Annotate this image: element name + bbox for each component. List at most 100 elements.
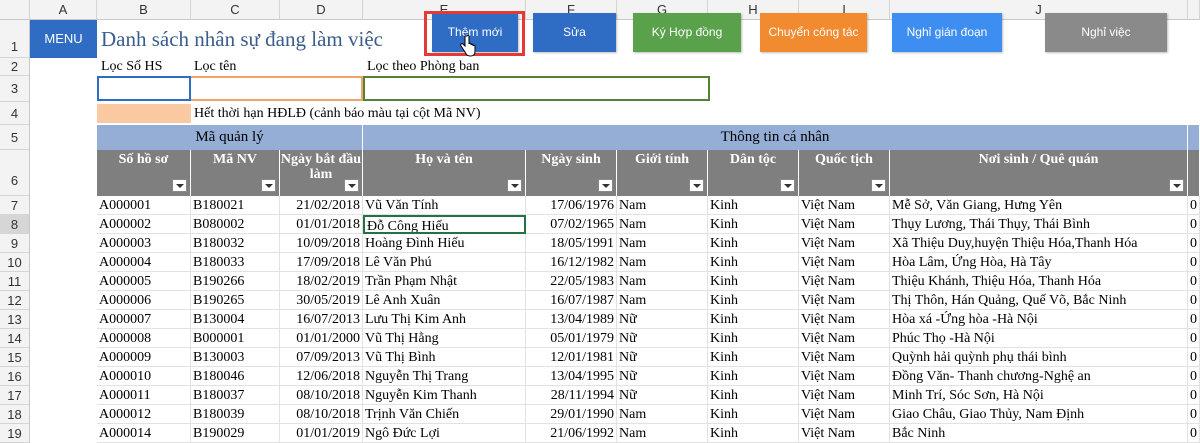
table-cell[interactable]: Trịnh Văn Chiến (363, 405, 526, 424)
table-cell[interactable]: 29/01/1990 (526, 405, 617, 424)
filter-ten-input[interactable] (191, 76, 363, 101)
table-cell[interactable]: B180046 (191, 367, 280, 386)
table-cell[interactable]: 13/04/1989 (526, 310, 617, 329)
table-cell[interactable]: Vũ Thị Bình (363, 348, 526, 367)
menu-button[interactable]: MENU (30, 20, 97, 58)
filter-dropdown-noi-sinh[interactable] (1169, 179, 1184, 192)
table-cell-partial[interactable]: 0 (1188, 348, 1200, 367)
table-cell[interactable]: Kinh (708, 386, 799, 405)
table-cell[interactable]: Nam (617, 215, 708, 234)
active-cell[interactable]: Đỗ Công Hiếu (363, 215, 526, 234)
table-cell[interactable]: Thụy Lương, Thái Thụy, Thái Bình (890, 215, 1188, 234)
table-cell[interactable]: Kinh (708, 272, 799, 291)
table-cell[interactable]: Nữ (617, 348, 708, 367)
row-header-5[interactable]: 5 (0, 125, 30, 150)
table-cell[interactable]: 16/12/1982 (526, 253, 617, 272)
table-cell-partial[interactable]: 0 (1188, 215, 1200, 234)
table-cell[interactable]: Kinh (708, 405, 799, 424)
table-cell[interactable]: Mễ Sở, Văn Giang, Hưng Yên (890, 196, 1188, 215)
row-header-16[interactable]: 16 (0, 367, 30, 386)
table-cell[interactable]: A000010 (97, 367, 191, 386)
table-cell[interactable]: Kinh (708, 215, 799, 234)
table-cell[interactable]: 08/10/2018 (280, 386, 363, 405)
table-cell[interactable]: B180033 (191, 253, 280, 272)
transfer-button[interactable]: Chuyển công tác (760, 13, 867, 52)
table-cell[interactable]: Kinh (708, 310, 799, 329)
table-cell[interactable]: Nam (617, 291, 708, 310)
table-cell[interactable]: Việt Nam (799, 367, 890, 386)
table-cell[interactable]: Việt Nam (799, 215, 890, 234)
table-cell[interactable]: Đồng Văn- Thanh chương-Nghệ an (890, 367, 1188, 386)
table-cell[interactable]: B130003 (191, 348, 280, 367)
resign-button[interactable]: Nghỉ việc (1045, 13, 1167, 52)
table-cell[interactable]: Kinh (708, 329, 799, 348)
table-cell[interactable]: Kinh (708, 234, 799, 253)
column-header-b[interactable]: B (97, 0, 191, 20)
table-cell[interactable]: Việt Nam (799, 272, 890, 291)
table-cell[interactable]: Hòa Lâm, Ứng Hòa, Hà Tây (890, 253, 1188, 272)
filter-phong-ban-input[interactable] (363, 76, 710, 101)
table-cell-partial[interactable]: 0 (1188, 291, 1200, 310)
row-header-18[interactable]: 18 (0, 405, 30, 424)
table-cell[interactable]: B180039 (191, 405, 280, 424)
table-cell[interactable]: Lê Văn Phú (363, 253, 526, 272)
table-cell[interactable]: 18/05/1991 (526, 234, 617, 253)
table-cell[interactable]: Nữ (617, 310, 708, 329)
filter-dropdown-so-ho-so[interactable] (172, 179, 187, 192)
table-cell[interactable]: B080002 (191, 215, 280, 234)
select-all-corner[interactable] (0, 0, 30, 20)
table-cell[interactable]: 10/09/2018 (280, 234, 363, 253)
row-header-1[interactable]: 1 (0, 20, 30, 58)
table-cell[interactable]: 30/05/2019 (280, 291, 363, 310)
table-cell[interactable]: Nguyễn Kim Thanh (363, 386, 526, 405)
table-cell-partial[interactable]: 0 (1188, 329, 1200, 348)
table-cell[interactable]: A000011 (97, 386, 191, 405)
row-header-13[interactable]: 13 (0, 310, 30, 329)
table-cell-partial[interactable]: 0 (1188, 386, 1200, 405)
table-cell[interactable]: Kinh (708, 196, 799, 215)
table-cell[interactable]: 16/07/1987 (526, 291, 617, 310)
table-cell[interactable]: Xã Thiệu Duy,huyện Thiệu Hóa,Thanh Hóa (890, 234, 1188, 253)
table-cell[interactable]: 07/09/2013 (280, 348, 363, 367)
table-cell[interactable]: 12/01/1981 (526, 348, 617, 367)
row-header-9[interactable]: 9 (0, 234, 30, 253)
table-cell-partial[interactable]: 0 (1188, 272, 1200, 291)
table-cell[interactable]: Phúc Thọ -Hà Nội (890, 329, 1188, 348)
filter-dropdown-dan-toc[interactable] (780, 179, 795, 192)
table-cell[interactable]: Thiệu Khánh, Thiệu Hóa, Thanh Hóa (890, 272, 1188, 291)
table-cell[interactable]: 08/10/2018 (280, 405, 363, 424)
column-header-d[interactable]: D (280, 0, 363, 20)
table-cell[interactable]: 12/06/2018 (280, 367, 363, 386)
column-header-a[interactable]: A (30, 0, 97, 20)
table-cell-partial[interactable]: 0 (1188, 367, 1200, 386)
table-cell[interactable]: A000003 (97, 234, 191, 253)
table-cell[interactable]: 16/07/2013 (280, 310, 363, 329)
table-cell[interactable]: Hòa xá -Ứng hòa -Hà Nội (890, 310, 1188, 329)
table-cell[interactable]: Nam (617, 234, 708, 253)
filter-dropdown-quoc-tich[interactable] (871, 179, 886, 192)
table-cell[interactable]: A000014 (97, 424, 191, 443)
table-cell[interactable]: B000001 (191, 329, 280, 348)
table-cell[interactable]: A000006 (97, 291, 191, 310)
table-cell[interactable]: Việt Nam (799, 424, 890, 443)
filter-dropdown-ngay-sinh[interactable] (598, 179, 613, 192)
row-header-10[interactable]: 10 (0, 253, 30, 272)
table-cell[interactable]: Kinh (708, 291, 799, 310)
table-cell[interactable]: Kinh (708, 367, 799, 386)
row-header-15[interactable]: 15 (0, 348, 30, 367)
table-cell[interactable]: Trần Phạm Nhật (363, 272, 526, 291)
row-header-12[interactable]: 12 (0, 291, 30, 310)
table-cell[interactable]: Minh Trí, Sóc Sơn, Hà Nội (890, 386, 1188, 405)
table-cell[interactable]: 17/09/2018 (280, 253, 363, 272)
table-cell[interactable]: Việt Nam (799, 310, 890, 329)
table-cell[interactable]: Lưu Thị Kim Anh (363, 310, 526, 329)
table-cell[interactable]: 01/01/2000 (280, 329, 363, 348)
table-cell[interactable]: 07/02/1965 (526, 215, 617, 234)
table-cell[interactable]: A000004 (97, 253, 191, 272)
filter-dropdown-ho-va-ten[interactable] (507, 179, 522, 192)
table-cell[interactable]: A000009 (97, 348, 191, 367)
table-cell[interactable]: Quỳnh hải quỳnh phụ thái bình (890, 348, 1188, 367)
row-header-17[interactable]: 17 (0, 386, 30, 405)
table-cell-partial[interactable]: 0 (1188, 196, 1200, 215)
table-cell-partial[interactable]: 0 (1188, 424, 1200, 443)
